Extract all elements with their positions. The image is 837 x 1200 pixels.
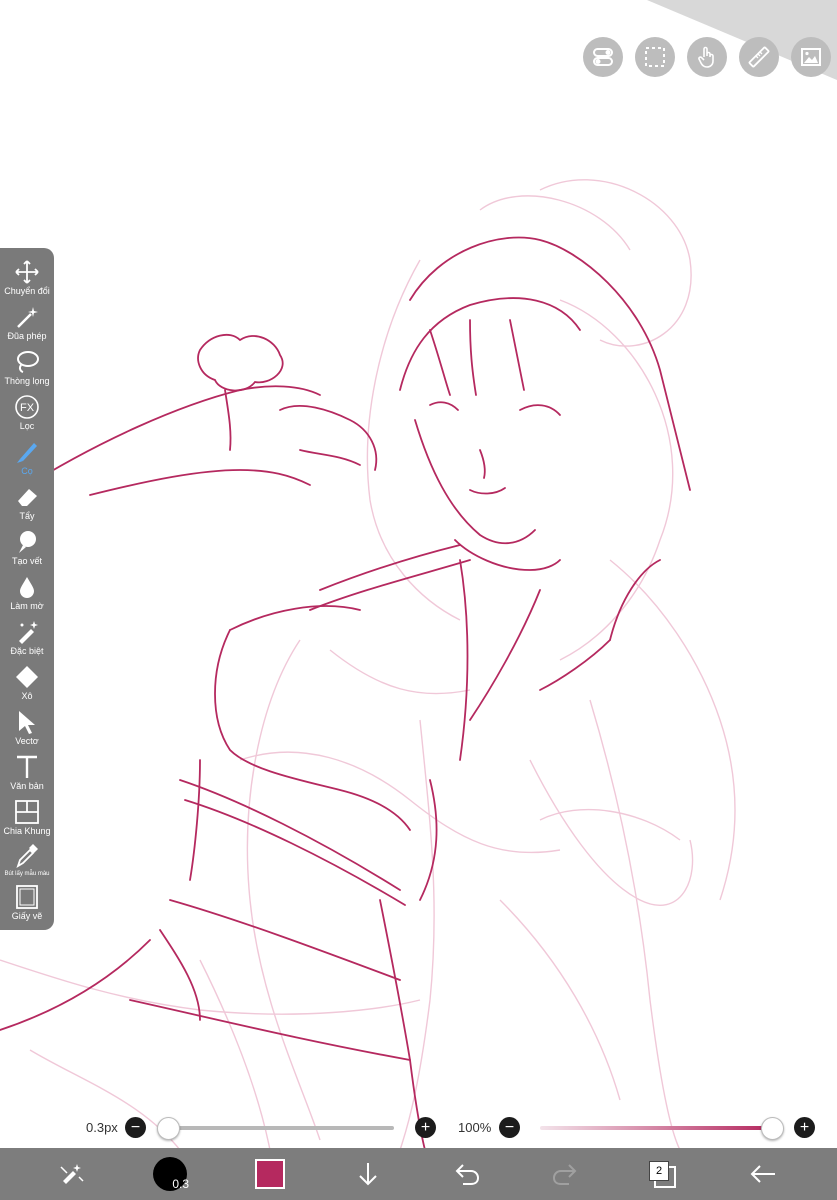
- tool-label: Làm mờ: [10, 601, 44, 611]
- tool-label: Lọc: [19, 421, 35, 431]
- size-slider-handle[interactable]: [157, 1117, 180, 1140]
- tool-sidebar: Chuyển đổi Đũa phép Thòng lọng FX Lọc Cọ: [0, 248, 54, 930]
- tool-blur[interactable]: Làm mờ: [0, 573, 54, 617]
- layers-button[interactable]: 2: [642, 1154, 682, 1194]
- tool-eraser[interactable]: Tẩy: [0, 483, 54, 527]
- layer-count: 2: [649, 1161, 669, 1181]
- size-slider-track[interactable]: [168, 1126, 394, 1130]
- tool-vector[interactable]: Vectơ: [0, 708, 54, 752]
- blur-icon: [20, 577, 34, 598]
- size-decrease-button[interactable]: −: [125, 1117, 146, 1138]
- brush-settings-button[interactable]: [52, 1154, 92, 1194]
- brush-slider-row: 0.3px − + 100% − +: [0, 1110, 837, 1146]
- move-icon: [15, 260, 39, 284]
- bucket-icon: [16, 666, 38, 688]
- brush-size-value: 0.3px: [86, 1120, 118, 1135]
- lineart-layer: [0, 236, 691, 1151]
- opacity-decrease-button[interactable]: −: [499, 1117, 520, 1138]
- brush-size-badge: 0.3: [172, 1177, 189, 1191]
- minus-icon: −: [130, 1118, 141, 1136]
- tool-label: Tẩy: [19, 511, 35, 521]
- tool-label: Tạo vết: [11, 556, 42, 566]
- eraser-icon: [18, 489, 37, 506]
- selection-icon: [645, 47, 665, 67]
- layers-icon: 2: [649, 1161, 676, 1188]
- vector-icon: [19, 711, 35, 734]
- tool-canvas[interactable]: Giấy vẽ: [0, 883, 54, 927]
- brush-settings-icon: [60, 1164, 84, 1184]
- image-icon: [801, 48, 821, 66]
- tool-transform[interactable]: Chuyển đổi: [0, 258, 54, 302]
- sketch-layer: [0, 179, 736, 1151]
- hand-icon: [698, 46, 714, 68]
- fx-icon: FX: [15, 395, 39, 419]
- tool-label: Đũa phép: [7, 331, 47, 341]
- tool-label: Giấy vẽ: [11, 911, 43, 921]
- lasso-icon: [17, 351, 39, 373]
- drawing-canvas[interactable]: [0, 0, 837, 1200]
- opacity-value: 100%: [458, 1120, 492, 1135]
- tool-bucket[interactable]: Xô: [0, 663, 54, 707]
- tool-label: Đặc biệt: [10, 646, 44, 656]
- tool-smudge[interactable]: Tạo vết: [0, 528, 54, 572]
- plus-icon: +: [420, 1118, 431, 1136]
- tool-label: Bút lấy mẫu màu: [4, 871, 50, 877]
- bottom-toolbar: 0.3 2: [0, 1148, 837, 1200]
- download-button[interactable]: [348, 1154, 388, 1194]
- magic-wand-icon: [17, 307, 38, 328]
- tool-text[interactable]: Văn bản: [0, 753, 54, 797]
- redo-button[interactable]: [545, 1154, 585, 1194]
- brush-icon: [17, 443, 37, 463]
- hand-button[interactable]: [687, 37, 727, 77]
- canvas-icon: [16, 885, 38, 909]
- tool-filter[interactable]: FX Lọc: [0, 393, 54, 437]
- tool-label: Chuyển đổi: [4, 286, 50, 296]
- opacity-slider-track[interactable]: [540, 1126, 770, 1130]
- plus-icon: +: [799, 1118, 810, 1136]
- tool-brush[interactable]: Cọ: [0, 438, 54, 482]
- ruler-icon: [748, 46, 770, 68]
- tool-label: Thòng lọng: [4, 376, 50, 386]
- text-icon: [17, 755, 37, 778]
- color-swatch-button[interactable]: [250, 1154, 290, 1194]
- image-button[interactable]: [791, 37, 831, 77]
- size-increase-button[interactable]: +: [415, 1117, 436, 1138]
- selection-button[interactable]: [635, 37, 675, 77]
- tool-label: Chia Khung: [3, 826, 51, 836]
- arrow-down-icon: [359, 1163, 377, 1186]
- minus-icon: −: [504, 1118, 515, 1136]
- tool-label: Xô: [21, 691, 33, 701]
- tool-lasso[interactable]: Thòng lọng: [0, 348, 54, 392]
- tool-label: Vectơ: [15, 736, 39, 746]
- eyedropper-icon: [16, 844, 38, 868]
- redo-icon: [552, 1164, 577, 1185]
- tool-magic-wand[interactable]: Đũa phép: [0, 303, 54, 347]
- opacity-slider-handle[interactable]: [761, 1117, 784, 1140]
- ruler-button[interactable]: [739, 37, 779, 77]
- tool-frame-divider[interactable]: Chia Khung: [0, 798, 54, 842]
- tool-eyedropper[interactable]: Bút lấy mẫu màu: [0, 841, 54, 885]
- smudge-icon: [19, 531, 36, 553]
- arrow-left-icon: [750, 1165, 775, 1183]
- tool-special[interactable]: Đặc biệt: [0, 618, 54, 662]
- toggle-icon: [593, 48, 613, 66]
- current-color-swatch: [255, 1159, 285, 1189]
- toggle-button[interactable]: [583, 37, 623, 77]
- tool-label: Văn bản: [10, 781, 44, 791]
- special-brush-icon: [19, 621, 38, 644]
- svg-text:FX: FX: [20, 402, 35, 414]
- back-button[interactable]: [743, 1154, 783, 1194]
- opacity-increase-button[interactable]: +: [794, 1117, 815, 1138]
- brush-size-preview[interactable]: 0.3: [150, 1154, 190, 1194]
- undo-icon: [455, 1164, 480, 1185]
- frame-divider-icon: [15, 800, 39, 824]
- undo-button[interactable]: [447, 1154, 487, 1194]
- brush-size-circle: 0.3: [153, 1157, 189, 1191]
- tool-label: Cọ: [21, 466, 33, 476]
